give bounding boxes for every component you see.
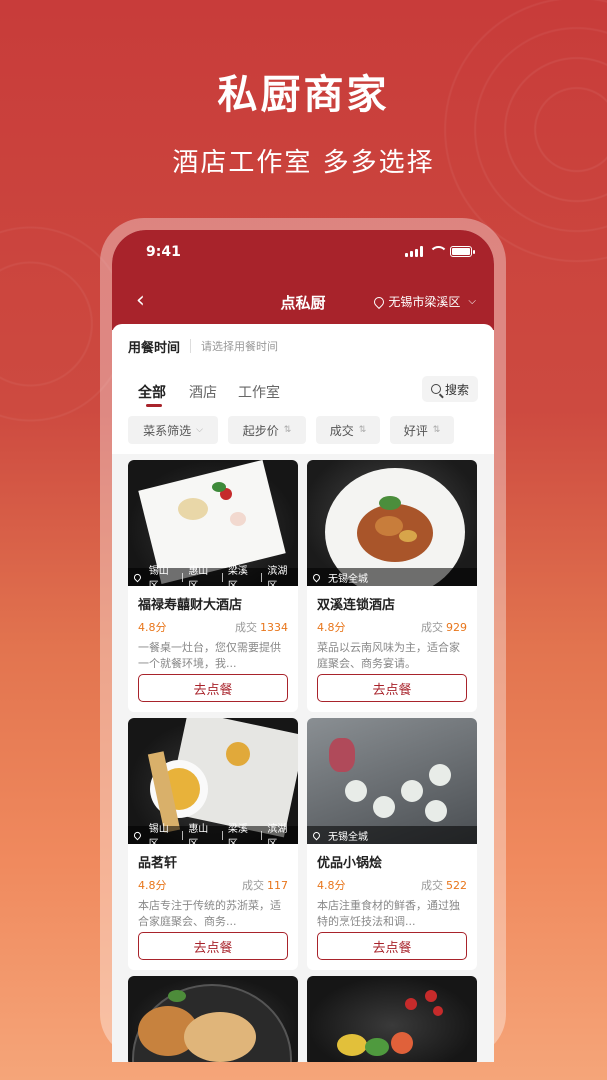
meal-time-label: 用餐时间 [128, 340, 181, 356]
merchant-name: 双溪连锁酒店 [317, 598, 396, 613]
search-icon [430, 384, 441, 394]
filter-min-price-label: 起步价 [242, 423, 279, 438]
nav-row: ‹ 点私厨 无锡市梁溪区 ⌵ [112, 282, 494, 318]
chevron-down-icon: ⌵ [196, 425, 203, 435]
location-pin-icon [372, 294, 387, 309]
location-pin-icon [132, 830, 143, 840]
filter-min-price[interactable]: 起步价 ⇅ [228, 416, 306, 444]
area-tag: 锡山区 [148, 566, 169, 586]
merchant-description: 本店专注于传统的苏浙菜，适合家庭聚会、商务... [138, 899, 281, 928]
filter-cuisine-label: 菜系筛选 [143, 423, 192, 438]
active-tab-indicator [146, 404, 162, 407]
area-tag: 惠山区 [188, 824, 209, 844]
merchant-grid: 锡山区 惠山区 梁溪区 滨湖区 福禄寿囍财大酒店 4.8分 成交1334 一餐桌… [112, 454, 494, 1062]
order-button[interactable]: 去点餐 [138, 932, 288, 960]
rating-score: 4.8分 [138, 879, 167, 892]
merchant-meta: 4.8分 成交 929 [317, 619, 467, 635]
rating-score: 4.8分 [138, 621, 167, 634]
sort-icon: ⇅ [283, 425, 292, 435]
meal-time-placeholder: 请选择用餐时间 [201, 340, 279, 353]
status-time: 9:41 [146, 244, 181, 260]
signal-icon [405, 246, 423, 257]
service-area-bar: 锡山区 惠山区 梁溪区 滨湖区 [128, 566, 298, 586]
service-area-bar: 锡山区 惠山区 梁溪区 滨湖区 [128, 824, 298, 844]
wifi-icon [429, 246, 448, 257]
dish-photo: 锡山区 惠山区 梁溪区 滨湖区 [128, 718, 298, 844]
deal-count: 成交 522 [421, 879, 467, 892]
filter-bar: 菜系筛选 ⌵ 起步价 ⇅ 成交 ⇅ 好评 ⇅ [112, 412, 494, 454]
service-area-bar: 无锡全城 [307, 568, 477, 586]
status-bar: 9:41 [112, 244, 494, 264]
merchant-card[interactable] [128, 976, 298, 1062]
phone-screen: 9:41 ‹ 点私厨 无锡市梁溪区 ⌵ 用餐时间 请选择用餐时间 全部 酒店 工… [112, 230, 494, 1062]
battery-icon [450, 246, 475, 257]
rating-score: 4.8分 [317, 621, 346, 634]
dish-photo: 无锡全城 [307, 718, 477, 844]
phone-frame: 9:41 ‹ 点私厨 无锡市梁溪区 ⌵ 用餐时间 请选择用餐时间 全部 酒店 工… [100, 218, 506, 1062]
filter-deals[interactable]: 成交 ⇅ [316, 416, 380, 444]
sort-icon: ⇅ [432, 425, 441, 435]
divider [190, 339, 192, 353]
hero-subtitle: 酒店工作室 多多选择 [172, 148, 435, 178]
filter-rating-label: 好评 [403, 423, 428, 438]
dish-photo [307, 976, 477, 1062]
rating-score: 4.8分 [317, 879, 346, 892]
merchant-meta: 4.8分 成交 1334 [138, 619, 288, 635]
service-area-bar: 无锡全城 [307, 826, 477, 844]
deal-count: 成交 929 [421, 621, 467, 634]
dish-photo: 锡山区 惠山区 梁溪区 滨湖区 [128, 460, 298, 586]
area-tag: 锡山区 [148, 824, 169, 844]
deal-count: 成交 1334 [235, 621, 288, 634]
deal-count: 成交 117 [242, 879, 288, 892]
merchant-card[interactable] [307, 976, 477, 1062]
merchant-meta: 4.8分 成交 117 [138, 877, 288, 893]
meal-time-selector[interactable]: 用餐时间 请选择用餐时间 [112, 324, 494, 368]
merchant-description: 菜品以云南风味为主，适合家庭聚会、商务宴请。 [317, 641, 460, 670]
location-selector[interactable]: 无锡市梁溪区 ⌵ [372, 293, 476, 310]
location-pin-icon [311, 830, 322, 840]
location-pin-icon [132, 572, 143, 582]
filter-cuisine[interactable]: 菜系筛选 ⌵ [128, 416, 218, 444]
filter-rating[interactable]: 好评 ⇅ [390, 416, 454, 444]
tab-studio[interactable]: 工作室 [238, 382, 280, 402]
chevron-down-icon: ⌵ [468, 296, 476, 307]
order-button[interactable]: 去点餐 [138, 674, 288, 702]
merchant-name: 品茗轩 [138, 856, 178, 871]
merchant-name: 福禄寿囍财大酒店 [138, 598, 243, 613]
category-tabs: 全部 酒店 工作室 搜索 [112, 368, 494, 412]
tab-all[interactable]: 全部 [138, 382, 166, 402]
area-tag: 无锡全城 [328, 573, 368, 585]
tab-hotel[interactable]: 酒店 [189, 382, 217, 402]
order-button[interactable]: 去点餐 [317, 932, 467, 960]
area-tag: 无锡全城 [328, 831, 368, 843]
merchant-description: 本店注重食材的鲜香，通过独特的烹饪技法和调... [317, 899, 460, 928]
hero-title: 私厨商家 [217, 72, 390, 118]
dish-photo [128, 976, 298, 1062]
merchant-card[interactable]: 锡山区 惠山区 梁溪区 滨湖区 福禄寿囍财大酒店 4.8分 成交1334 一餐桌… [128, 460, 298, 712]
status-icons [405, 246, 475, 257]
merchant-card[interactable]: 无锡全城 双溪连锁酒店 4.8分 成交 929 菜品以云南风味为主，适合家庭聚会、… [307, 460, 477, 712]
filter-deals-label: 成交 [329, 423, 354, 438]
area-tag: 滨湖区 [267, 824, 288, 844]
merchant-meta: 4.8分 成交 522 [317, 877, 467, 893]
sort-icon: ⇅ [358, 425, 367, 435]
search-button[interactable]: 搜索 [421, 376, 478, 402]
merchant-name: 优品小锅烩 [317, 856, 383, 871]
dish-photo: 无锡全城 [307, 460, 477, 586]
search-label: 搜索 [444, 382, 469, 397]
area-tag: 惠山区 [188, 566, 209, 586]
merchant-description: 一餐桌一灶台，您仅需要提供一个就餐环境，我... [138, 641, 281, 670]
merchant-card[interactable]: 锡山区 惠山区 梁溪区 滨湖区 品茗轩 4.8分 成交117 本店专注于传统的苏… [128, 718, 298, 970]
location-pin-icon [311, 572, 322, 582]
area-tag: 梁溪区 [227, 566, 248, 586]
merchant-card[interactable]: 无锡全城 优品小锅烩 4.8分 成交 522 本店注重食材的鲜香，通过独特的烹饪技… [307, 718, 477, 970]
area-tag: 梁溪区 [227, 824, 248, 844]
app-header: 9:41 ‹ 点私厨 无锡市梁溪区 ⌵ [112, 230, 494, 330]
area-tag: 滨湖区 [267, 566, 288, 586]
location-label: 无锡市梁溪区 [388, 295, 461, 309]
order-button[interactable]: 去点餐 [317, 674, 467, 702]
